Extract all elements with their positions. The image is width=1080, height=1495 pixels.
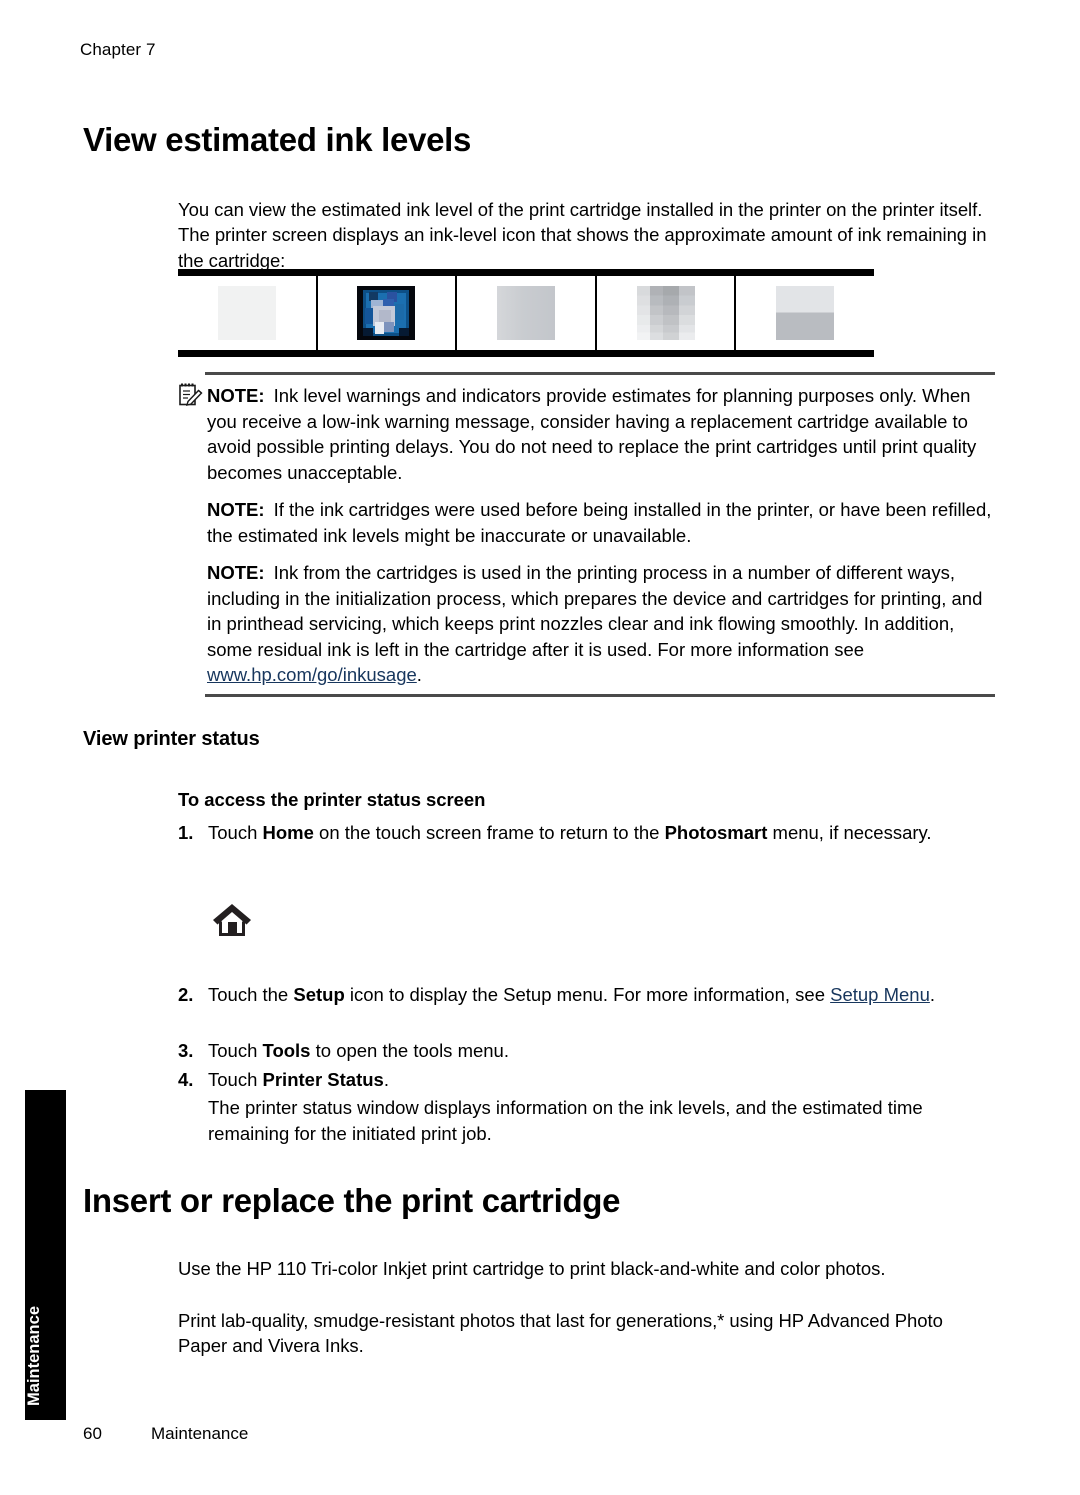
ink-swatch-half <box>776 286 835 340</box>
inline-text: menu, if necessary. <box>767 822 932 843</box>
side-tab-maintenance: Maintenance <box>25 1090 66 1420</box>
footer-page-number: 60 <box>83 1424 102 1443</box>
step-text-2: Touch the Setup icon to display the Setu… <box>208 982 996 1008</box>
step-text-3: Touch Tools to open the tools menu. <box>208 1038 996 1064</box>
procedure-step-2: 2. Touch the Setup icon to display the S… <box>178 982 996 1008</box>
chapter-header: Chapter 7 <box>80 40 156 59</box>
procedure-closing-text: The printer status window displays infor… <box>208 1097 923 1144</box>
ink-level-cell-2 <box>315 276 456 350</box>
inline-bold-term: Setup <box>293 984 345 1005</box>
ink-level-cell-3 <box>455 276 595 350</box>
inline-bold-term: Printer Status <box>262 1069 384 1090</box>
note-label-2: NOTE: <box>207 499 265 520</box>
step-number-4: 4. <box>178 1069 194 1090</box>
step-text-1: Touch Home on the touch screen frame to … <box>208 820 996 846</box>
note-text-1: Ink level warnings and indicators provid… <box>207 385 977 483</box>
note-text-2: If the ink cartridges were used before b… <box>207 499 992 546</box>
ink-swatch-empty <box>217 286 276 340</box>
ink-level-cell-1 <box>178 276 316 350</box>
inline-text: . <box>929 984 936 1005</box>
note-divider-bottom <box>205 694 995 697</box>
inline-bold-term: Tools <box>262 1040 311 1061</box>
side-tab-label: Maintenance <box>25 1306 43 1406</box>
note-block-3: NOTE: Ink from the cartridges is used in … <box>207 560 996 688</box>
note-label-3: NOTE: <box>207 562 265 583</box>
step-number-3: 3. <box>178 1040 194 1061</box>
note-text-3-before-link: Ink from the cartridges is used in the p… <box>207 562 983 660</box>
procedure-step-3: 3. Touch Tools to open the tools menu. <box>178 1038 996 1064</box>
inline-doc-link[interactable]: Setup Menu <box>830 984 930 1005</box>
ink-level-icon-table <box>178 269 874 357</box>
step-number-1: 1. <box>178 822 194 843</box>
ink-level-cell-4 <box>594 276 735 350</box>
ink-level-cell-5 <box>734 276 874 350</box>
step-text-4: Touch Printer Status. <box>208 1067 996 1093</box>
inline-bold-term: Photosmart <box>664 822 768 843</box>
inkusage-link[interactable]: www.hp.com/go/inkusage <box>207 664 417 685</box>
note-text-3-after-link: . <box>416 664 422 686</box>
section-title-view-printer-status: View printer status <box>83 728 260 750</box>
note-pad-pencil-icon <box>178 382 204 408</box>
procedure-closing-note: The printer status window displays infor… <box>178 1095 996 1146</box>
inline-text: Touch the <box>208 984 294 1005</box>
note-divider-top <box>205 372 995 375</box>
inline-text: on the touch screen frame to return to t… <box>313 822 665 843</box>
note-block-2: NOTE: If the ink cartridges were used bef… <box>207 497 996 548</box>
insert-cartridge-paragraph-1: Use the HP 110 Tri-color Inkjet print ca… <box>178 1257 886 1279</box>
page-title-insert-or-replace-the-print-cartridge: Insert or replace the print cartridge <box>83 1182 621 1219</box>
procedure-step-4: 4. Touch Printer Status. <box>178 1067 996 1093</box>
ink-levels-intro-paragraph: You can view the estimated ink level of … <box>178 198 987 271</box>
ink-swatch-gradient <box>636 286 695 340</box>
inline-text: icon to display the Setup menu. For more… <box>344 984 831 1005</box>
inline-text: to open the tools menu. <box>310 1040 509 1061</box>
inline-text: Touch <box>208 822 263 843</box>
note-block-1: NOTE: Ink level warnings and indicators p… <box>207 383 996 485</box>
inline-text: Touch <box>208 1040 263 1061</box>
page-footer: 60 Maintenance <box>83 1424 248 1444</box>
note-label-1: NOTE: <box>207 385 265 406</box>
insert-cartridge-paragraph-2: Print lab-quality, smudge-resistant phot… <box>178 1309 943 1357</box>
footer-section-name: Maintenance <box>151 1424 249 1443</box>
inline-bold-term: Home <box>262 822 314 843</box>
inline-text: Touch <box>208 1069 263 1090</box>
page-title-view-estimated-ink-levels: View estimated ink levels <box>83 121 472 158</box>
ink-swatch-droplet <box>357 286 416 340</box>
ink-swatch-full-gray <box>496 286 555 340</box>
home-icon <box>210 898 254 942</box>
procedure-title-access-printer-status: To access the printer status screen <box>178 789 486 810</box>
inline-text: . <box>383 1069 389 1090</box>
procedure-step-1: 1. Touch Home on the touch screen frame … <box>178 820 996 846</box>
step-number-2: 2. <box>178 984 194 1005</box>
